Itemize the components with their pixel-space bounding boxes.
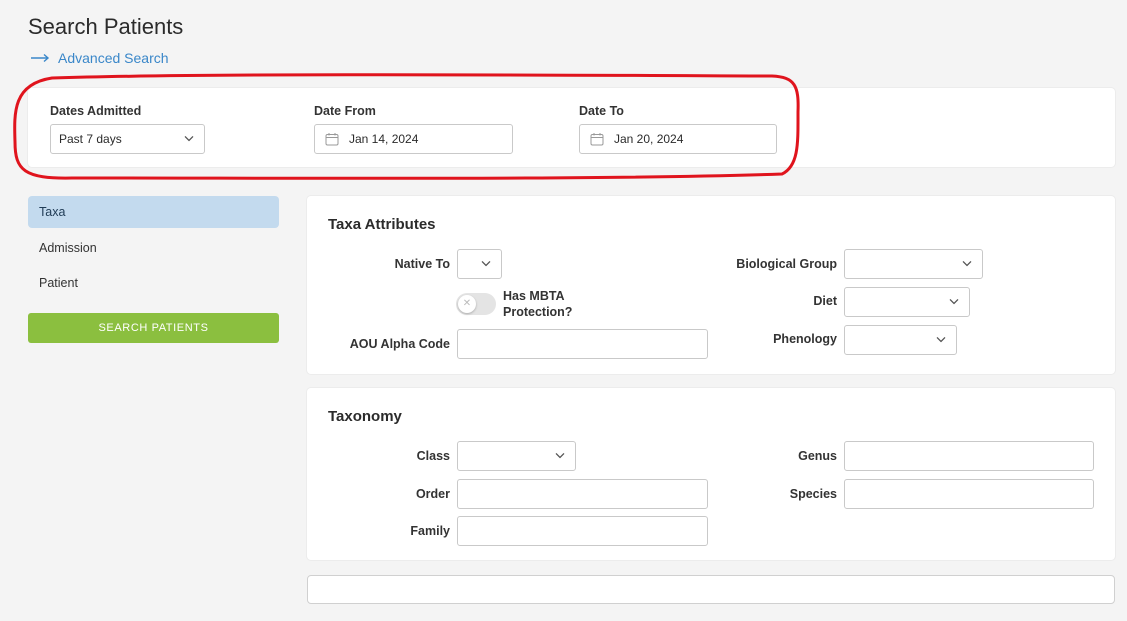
page-title: Search Patients — [28, 14, 184, 39]
class-select[interactable] — [457, 441, 576, 471]
sidebar-item-patient[interactable]: Patient — [28, 267, 279, 299]
aou-alpha-code-input[interactable] — [457, 329, 708, 359]
class-label: Class — [416, 449, 450, 463]
date-from-value: Jan 14, 2024 — [349, 132, 419, 146]
chevron-down-icon — [184, 135, 194, 142]
dates-admitted-label: Dates Admitted — [50, 104, 142, 118]
collapsed-section-card — [307, 575, 1115, 604]
search-patients-page: Search Patients Advanced Search Dates Ad… — [0, 0, 1127, 621]
species-label: Species — [789, 487, 837, 501]
sidebar-item-admission[interactable]: Admission — [28, 232, 279, 264]
mbta-protection-toggle[interactable]: ✕ — [456, 293, 496, 315]
dates-admitted-value: Past 7 days — [59, 132, 122, 146]
genus-label: Genus — [798, 449, 837, 463]
chevron-down-icon — [481, 260, 491, 267]
phenology-label: Phenology — [773, 332, 837, 346]
diet-select[interactable] — [844, 287, 970, 317]
phenology-select[interactable] — [844, 325, 957, 355]
family-input[interactable] — [457, 516, 708, 546]
biological-group-select[interactable] — [844, 249, 983, 279]
mbta-protection-label: Has MBTA Protection? — [503, 289, 573, 319]
taxa-attributes-card: Taxa Attributes Native To ✕ Has MBTA Pro… — [307, 196, 1115, 374]
search-patients-button[interactable]: SEARCH PATIENTS — [28, 313, 279, 343]
order-label: Order — [415, 487, 450, 501]
advanced-search-label: Advanced Search — [58, 50, 169, 66]
species-input[interactable] — [844, 479, 1094, 509]
biological-group-label: Biological Group — [736, 257, 837, 271]
chevron-down-icon — [555, 452, 565, 459]
native-to-select[interactable] — [457, 249, 502, 279]
chevron-down-icon — [936, 336, 946, 343]
date-to-input[interactable]: Jan 20, 2024 — [579, 124, 777, 154]
date-to-value: Jan 20, 2024 — [614, 132, 684, 146]
diet-label: Diet — [813, 294, 837, 308]
date-from-label: Date From — [314, 104, 376, 118]
chevron-down-icon — [949, 298, 959, 305]
dates-filter-card: Dates Admitted Past 7 days Date From Jan… — [28, 88, 1115, 167]
sidebar-nav: Taxa Admission Patient — [28, 196, 279, 302]
aou-alpha-code-label: AOU Alpha Code — [349, 337, 450, 351]
x-icon: ✕ — [458, 295, 476, 313]
date-from-input[interactable]: Jan 14, 2024 — [314, 124, 513, 154]
taxa-attributes-title: Taxa Attributes — [328, 216, 436, 233]
family-label: Family — [410, 524, 450, 538]
date-to-label: Date To — [579, 104, 624, 118]
dates-admitted-select[interactable]: Past 7 days — [50, 124, 205, 154]
sidebar-item-taxa[interactable]: Taxa — [28, 196, 279, 228]
arrow-right-icon — [31, 53, 50, 63]
genus-input[interactable] — [844, 441, 1094, 471]
taxonomy-title: Taxonomy — [328, 408, 402, 425]
taxonomy-card: Taxonomy Class Order Family Genus Specie… — [307, 388, 1115, 560]
advanced-search-link[interactable]: Advanced Search — [30, 50, 169, 66]
calendar-icon — [325, 133, 339, 146]
native-to-label: Native To — [394, 257, 450, 271]
order-input[interactable] — [457, 479, 708, 509]
calendar-icon — [590, 133, 604, 146]
chevron-down-icon — [962, 260, 972, 267]
